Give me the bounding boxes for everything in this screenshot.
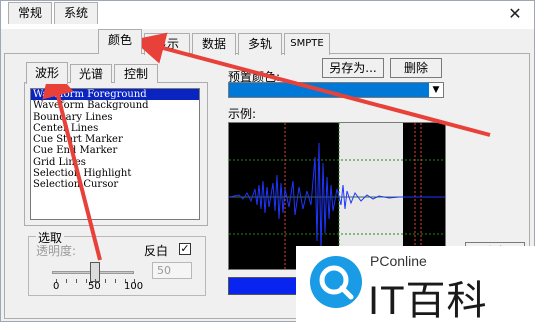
pconline-logo-icon (310, 256, 362, 308)
list-item[interactable]: Grid Lines (31, 157, 199, 168)
list-item[interactable]: Selection Highlight (31, 168, 199, 179)
tab-system[interactable]: 系统 (54, 2, 98, 24)
preset-colors-select[interactable]: ▼ (228, 82, 444, 98)
close-icon[interactable]: ✕ (504, 3, 526, 25)
list-item[interactable]: Boundary Lines (31, 112, 199, 123)
transparency-value-field[interactable]: 50 (152, 262, 192, 279)
watermark-brand-large: IT百科 (368, 279, 488, 322)
slider-tick (115, 279, 116, 283)
slider-max-label: 100 (124, 281, 144, 292)
list-item[interactable]: Cue End Marker (31, 145, 199, 156)
tab-multitrack[interactable]: 多轨 (238, 33, 282, 55)
list-item[interactable]: Center Lines (31, 123, 199, 134)
tab-display[interactable]: 显示 (144, 33, 190, 55)
preview-label: 示例: (228, 107, 257, 121)
subtab-controls[interactable]: 控制 (114, 64, 158, 83)
slider-tick (86, 279, 87, 283)
slider-tick (66, 279, 67, 283)
tab-colors[interactable]: 颜色 (98, 29, 142, 54)
tab-smpte[interactable]: SMPTE (284, 33, 330, 55)
slider-tick (105, 279, 106, 283)
list-item[interactable]: Waveform Foreground (31, 89, 199, 101)
delete-button[interactable]: 删除 (390, 58, 442, 78)
transparency-label: 透明度: (36, 244, 77, 258)
color-item-list[interactable]: Waveform Foreground Waveform Background … (30, 88, 200, 220)
slider-min-label: 0 (53, 281, 60, 292)
watermark-brand-small: PConline (370, 253, 427, 269)
slider-tick (76, 279, 77, 283)
list-item[interactable]: Selection Cursor (31, 179, 199, 190)
color-swatch[interactable] (228, 277, 298, 295)
tab-general[interactable]: 常规 (8, 2, 52, 24)
list-item[interactable]: Waveform Background (31, 100, 199, 111)
chevron-down-icon[interactable]: ▼ (429, 83, 443, 97)
subtab-spectral[interactable]: 光谱 (70, 64, 112, 83)
save-as-button[interactable]: 另存为... (322, 58, 384, 78)
list-item[interactable]: Cue Start Marker (31, 134, 199, 145)
subtab-waveform[interactable]: 波形 (26, 62, 68, 84)
tab-data[interactable]: 数据 (192, 33, 236, 55)
invert-checkbox[interactable]: ✓ (179, 243, 191, 255)
slider-mid-label: 50 (88, 281, 101, 292)
invert-label: 反白 (144, 244, 169, 258)
